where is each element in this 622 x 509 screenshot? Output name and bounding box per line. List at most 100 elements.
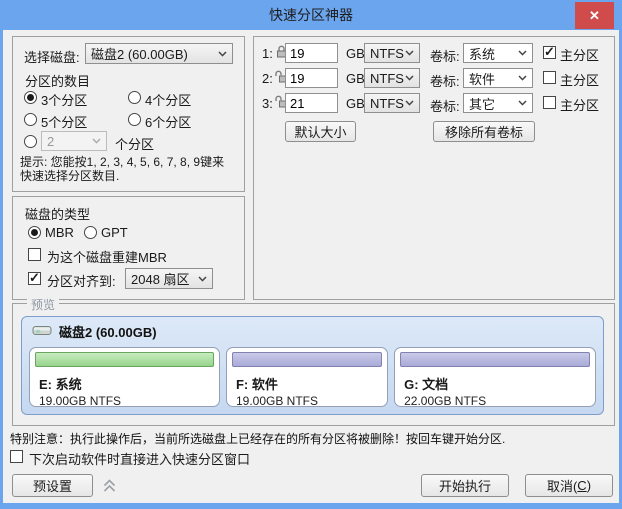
dialog-body: 选择磁盘: 磁盘2 (60.00GB) 分区的数目 3个分区 4个分区 5个分区… bbox=[3, 30, 619, 503]
volume-label-value: 其它 bbox=[469, 94, 495, 113]
filesystem-dropdown[interactable]: NTFS bbox=[364, 93, 420, 113]
chevron-down-icon bbox=[92, 138, 101, 144]
preview-legend: 预览 bbox=[27, 296, 59, 313]
row-index: 2: bbox=[262, 71, 273, 86]
partition-info: 22.00GB NTFS bbox=[404, 394, 586, 408]
partition-info: 19.00GB NTFS bbox=[236, 394, 378, 408]
radio-6-partitions[interactable] bbox=[128, 113, 141, 126]
radio-6-partitions-label: 6个分区 bbox=[145, 112, 191, 131]
chevron-down-icon bbox=[518, 75, 527, 81]
close-button[interactable]: ✕ bbox=[575, 2, 614, 29]
chevron-down-icon bbox=[405, 75, 414, 81]
unit-label: GB bbox=[346, 71, 365, 86]
align-label: 分区对齐到: bbox=[47, 271, 116, 290]
window-title: 快速分区神器 bbox=[269, 5, 353, 25]
partition-color-bar bbox=[400, 352, 590, 367]
preview-disk-box: 磁盘2 (60.00GB) E: 系统 19.00GB NTFS F: 软件 1… bbox=[21, 316, 604, 415]
partition-settings-groupbox: 1: GB NTFS 卷标: 系统 主分区 2: bbox=[253, 36, 615, 300]
chevron-down-icon bbox=[518, 100, 527, 106]
disk-select-label: 选择磁盘: bbox=[24, 47, 80, 66]
chevron-down-icon bbox=[198, 276, 207, 282]
radio-5-partitions[interactable] bbox=[24, 113, 37, 126]
radio-4-partitions[interactable] bbox=[128, 91, 141, 104]
preview-disk-header: 磁盘2 (60.00GB) bbox=[32, 322, 157, 341]
filesystem-value: NTFS bbox=[370, 71, 404, 86]
quick-partition-dialog: 快速分区神器 ✕ 选择磁盘: 磁盘2 (60.00GB) 分区的数目 3个分区 … bbox=[0, 0, 622, 509]
filesystem-dropdown[interactable]: NTFS bbox=[364, 43, 420, 63]
cancel-label-suffix: ) bbox=[587, 478, 591, 493]
primary-partition-checkbox[interactable] bbox=[543, 96, 556, 109]
volume-label-dropdown[interactable]: 系统 bbox=[463, 43, 533, 63]
volume-label-value: 系统 bbox=[469, 44, 495, 63]
partition-info: 19.00GB NTFS bbox=[39, 394, 210, 408]
filesystem-value: NTFS bbox=[370, 46, 404, 61]
partition-name: F: 软件 bbox=[236, 374, 378, 393]
primary-partition-label: 主分区 bbox=[560, 95, 599, 114]
startup-checkbox-label: 下次启动软件时直接进入快速分区窗口 bbox=[29, 449, 250, 468]
default-size-button[interactable]: 默认大小 bbox=[285, 121, 356, 142]
title-bar[interactable]: 快速分区神器 ✕ bbox=[0, 0, 622, 30]
primary-partition-label: 主分区 bbox=[560, 70, 599, 89]
radio-5-partitions-label: 5个分区 bbox=[41, 112, 87, 131]
filesystem-dropdown[interactable]: NTFS bbox=[364, 68, 420, 88]
disk-type-heading: 磁盘的类型 bbox=[25, 204, 90, 223]
chevron-down-icon bbox=[405, 50, 414, 56]
primary-partition-checkbox[interactable] bbox=[543, 46, 556, 59]
cancel-button[interactable]: 取消(C) bbox=[525, 474, 613, 497]
cancel-accelerator: C bbox=[577, 478, 586, 493]
execute-button[interactable]: 开始执行 bbox=[421, 474, 509, 497]
size-input[interactable] bbox=[285, 43, 338, 63]
volume-label-value: 软件 bbox=[469, 69, 495, 88]
volume-label-caption: 卷标: bbox=[430, 71, 460, 90]
startup-checkbox[interactable] bbox=[10, 450, 23, 463]
row-index: 1: bbox=[262, 46, 273, 61]
disk-select-dropdown[interactable]: 磁盘2 (60.00GB) bbox=[85, 43, 233, 64]
disk-type-groupbox: 磁盘的类型 MBR GPT 为这个磁盘重建MBR 分区对齐到: 2048 扇区 bbox=[12, 196, 245, 300]
chevron-down-icon bbox=[218, 51, 227, 57]
partition-color-bar bbox=[35, 352, 214, 367]
chevron-down-icon bbox=[405, 100, 414, 106]
volume-label-dropdown[interactable]: 其它 bbox=[463, 93, 533, 113]
partition-name: G: 文档 bbox=[404, 374, 586, 393]
align-checkbox[interactable] bbox=[28, 272, 41, 285]
filesystem-value: NTFS bbox=[370, 96, 404, 111]
unit-label: GB bbox=[346, 96, 365, 111]
partition-count-groupbox: 选择磁盘: 磁盘2 (60.00GB) 分区的数目 3个分区 4个分区 5个分区… bbox=[12, 36, 245, 192]
rebuild-mbr-label: 为这个磁盘重建MBR bbox=[47, 247, 167, 266]
size-input[interactable] bbox=[285, 93, 338, 113]
hint-text: 提示: 您能按1, 2, 3, 4, 5, 6, 7, 8, 9键来快速选择分区… bbox=[20, 155, 236, 183]
primary-partition-checkbox[interactable] bbox=[543, 71, 556, 84]
custom-count-value: 2 bbox=[47, 134, 54, 149]
radio-3-partitions-label: 3个分区 bbox=[41, 90, 87, 109]
radio-gpt[interactable] bbox=[84, 226, 97, 239]
volume-label-caption: 卷标: bbox=[430, 96, 460, 115]
unit-label: GB bbox=[346, 46, 365, 61]
size-input[interactable] bbox=[285, 68, 338, 88]
row-index: 3: bbox=[262, 96, 273, 111]
align-sector-dropdown[interactable]: 2048 扇区 bbox=[125, 268, 213, 289]
cancel-label: 取消( bbox=[547, 476, 577, 495]
preset-button[interactable]: 预设置 bbox=[12, 474, 93, 497]
volume-label-dropdown[interactable]: 软件 bbox=[463, 68, 533, 88]
disk-icon bbox=[32, 323, 52, 340]
radio-3-partitions[interactable] bbox=[24, 91, 37, 104]
remove-all-labels-button[interactable]: 移除所有卷标 bbox=[433, 121, 535, 142]
chevron-down-icon bbox=[518, 50, 527, 56]
partition-count-heading: 分区的数目 bbox=[25, 71, 90, 90]
preview-partition-g[interactable]: G: 文档 22.00GB NTFS bbox=[394, 347, 596, 407]
preview-partition-f[interactable]: F: 软件 19.00GB NTFS bbox=[226, 347, 388, 407]
radio-mbr[interactable] bbox=[28, 226, 41, 239]
warning-text: 特别注意：执行此操作后，当前所选磁盘上已经存在的所有分区将被删除！按回车键开始分… bbox=[10, 430, 505, 447]
custom-partition-count-dropdown[interactable]: 2 bbox=[41, 131, 107, 151]
volume-label-caption: 卷标: bbox=[430, 46, 460, 65]
preview-partition-e[interactable]: E: 系统 19.00GB NTFS bbox=[29, 347, 220, 407]
preview-partitions: E: 系统 19.00GB NTFS F: 软件 19.00GB NTFS G:… bbox=[29, 347, 596, 407]
expand-up-icon[interactable] bbox=[102, 477, 117, 497]
disk-select-value: 磁盘2 (60.00GB) bbox=[91, 44, 188, 63]
radio-gpt-label: GPT bbox=[101, 225, 128, 240]
radio-mbr-label: MBR bbox=[45, 225, 74, 240]
radio-custom-partitions[interactable] bbox=[24, 135, 37, 148]
align-sector-value: 2048 扇区 bbox=[131, 269, 190, 288]
rebuild-mbr-checkbox[interactable] bbox=[28, 248, 41, 261]
radio-4-partitions-label: 4个分区 bbox=[145, 90, 191, 109]
